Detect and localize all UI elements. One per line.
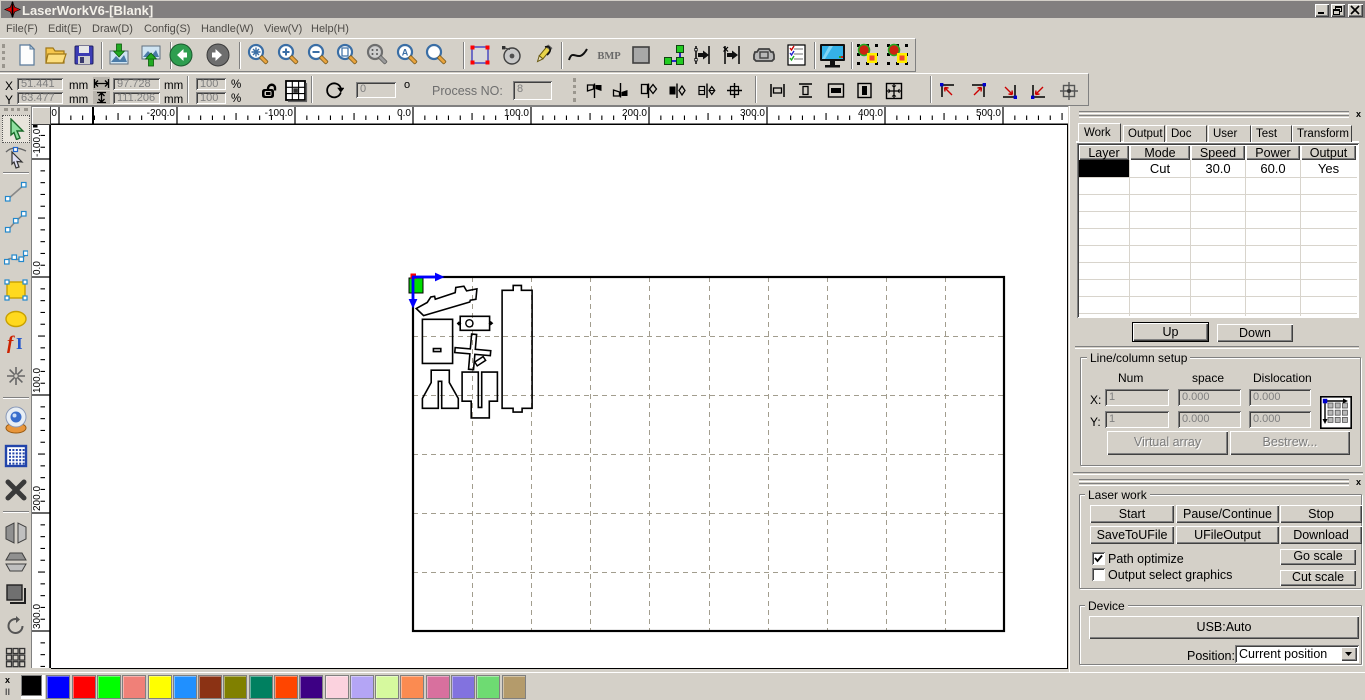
svg-text:500.0: 500.0 (976, 108, 1001, 119)
svg-text:100.0: 100.0 (504, 108, 529, 119)
svg-text:BMP: BMP (597, 51, 621, 62)
svg-text:-200.0: -200.0 (147, 108, 176, 119)
svg-text:300.0: 300.0 (32, 604, 43, 629)
svg-text:-300.0: -300.0 (51, 108, 57, 119)
svg-text:300.0: 300.0 (740, 108, 765, 119)
svg-text:-100.0: -100.0 (32, 128, 43, 157)
svg-text:200.0: 200.0 (32, 486, 43, 511)
svg-text:400.0: 400.0 (858, 108, 883, 119)
svg-text:0.0: 0.0 (397, 108, 411, 119)
svg-text:I: I (16, 334, 23, 353)
svg-text:-100.0: -100.0 (265, 108, 294, 119)
svg-text:200.0: 200.0 (622, 108, 647, 119)
svg-text:f: f (7, 333, 15, 354)
svg-text:0.0: 0.0 (32, 261, 43, 275)
svg-text:100.0: 100.0 (32, 368, 43, 393)
svg-text:A: A (402, 48, 409, 58)
